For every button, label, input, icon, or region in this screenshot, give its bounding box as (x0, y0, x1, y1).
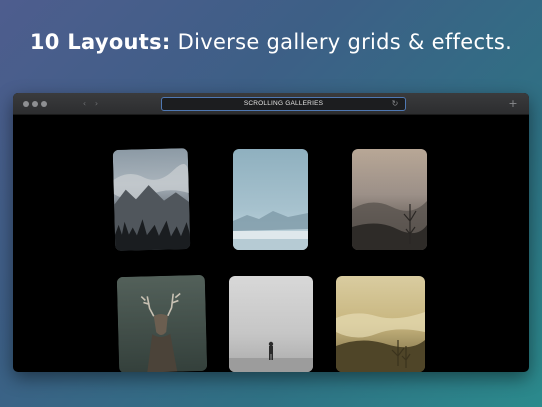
gallery-image[interactable] (116, 274, 208, 372)
chevron-left-icon[interactable]: ‹ (80, 99, 89, 109)
foggy-forest-photo (352, 149, 427, 250)
browser-window: ‹ › SCROLLING GALLERIES ↻ + (13, 93, 529, 372)
minimize-window-button[interactable] (32, 101, 38, 107)
zoom-window-button[interactable] (41, 101, 47, 107)
mountain-cloud-photo (112, 148, 191, 251)
deer-photo (116, 274, 208, 372)
reload-icon[interactable]: ↻ (390, 99, 400, 109)
headline-rest: Diverse gallery grids & effects. (177, 30, 513, 54)
gallery-image[interactable] (336, 276, 425, 372)
person-fog-photo (229, 276, 313, 372)
gallery-image[interactable] (112, 148, 191, 251)
browser-toolbar: ‹ › SCROLLING GALLERIES ↻ + (13, 93, 529, 115)
address-bar-title: SCROLLING GALLERIES (243, 100, 324, 107)
chevron-right-icon[interactable]: › (92, 99, 101, 109)
address-bar[interactable]: SCROLLING GALLERIES ↻ (161, 97, 406, 111)
plus-icon[interactable]: + (507, 98, 519, 110)
blue-haze-photo (233, 149, 308, 250)
headline: 10 Layouts: Diverse gallery grids & effe… (0, 30, 542, 54)
headline-bold: 10 Layouts: (29, 30, 171, 54)
golden-valley-photo (336, 276, 425, 372)
close-window-button[interactable] (23, 101, 29, 107)
gallery-image[interactable] (229, 276, 313, 372)
gallery-image[interactable] (233, 149, 308, 250)
gallery-image[interactable] (352, 149, 427, 250)
